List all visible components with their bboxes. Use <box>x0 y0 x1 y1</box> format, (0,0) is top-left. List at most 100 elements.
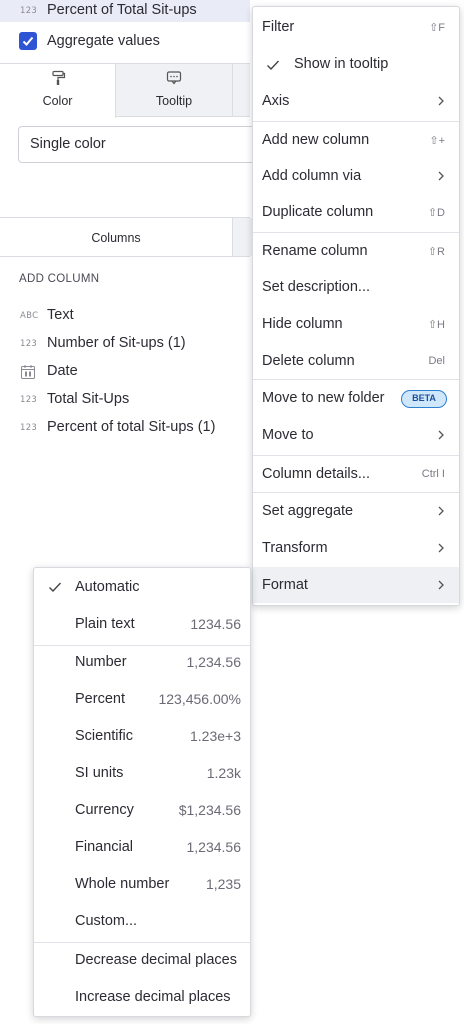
chevron-right-icon <box>438 543 444 553</box>
format-example: $1,234.56 <box>178 802 241 818</box>
chevron-right-icon <box>438 171 444 181</box>
selected-field-row[interactable]: 123 Percent of Total Sit-ups <box>0 0 250 22</box>
column-context-menu: Filter ⇧F Show in tooltip Axis Add new c… <box>252 6 460 606</box>
menu-item-set-description[interactable]: Set description... <box>253 269 459 305</box>
color-mode-value: Single color <box>30 136 106 152</box>
format-option-si-units[interactable]: SI units 1.23k <box>34 755 250 792</box>
tab-tooltip-label: Tooltip <box>155 94 193 108</box>
number-type-icon: 123 <box>20 6 38 16</box>
column-item-total-situps[interactable]: 123 Total Sit-Ups <box>0 388 250 412</box>
shortcut-hint: ⇧H <box>427 319 445 331</box>
format-option-currency[interactable]: Currency $1,234.56 <box>34 792 250 829</box>
format-example: 1234.56 <box>190 616 241 632</box>
menu-item-move-to[interactable]: Move to <box>253 417 459 453</box>
shortcut-hint: ⇧D <box>427 207 445 219</box>
format-option-label: Percent <box>75 691 125 707</box>
menu-item-label: Hide column <box>262 316 343 332</box>
menu-item-add-new-column[interactable]: Add new column ⇧+ <box>253 122 459 158</box>
menu-item-delete-column[interactable]: Delete column Del <box>253 343 459 379</box>
format-option-increase-decimal[interactable]: Increase decimal places <box>34 979 250 1016</box>
tab-tooltip[interactable]: Tooltip <box>116 64 232 117</box>
column-item-percent-total[interactable]: 123 Percent of total Sit-ups (1) <box>0 416 250 440</box>
menu-item-label: Transform <box>262 540 328 556</box>
column-name: Number of Sit-ups (1) <box>47 335 186 351</box>
format-option-label: Currency <box>75 802 134 818</box>
paint-roller-icon <box>51 70 65 85</box>
menu-item-label: Column details... <box>262 466 370 482</box>
aggregate-label: Aggregate values <box>47 33 160 49</box>
column-name: Text <box>47 307 74 323</box>
format-example: 1,234.56 <box>186 839 242 855</box>
format-option-financial[interactable]: Financial 1,234.56 <box>34 829 250 866</box>
add-column-heading[interactable]: ADD COLUMN <box>19 273 99 285</box>
beta-badge: BETA <box>401 390 447 408</box>
menu-item-label: Filter <box>262 19 295 35</box>
calendar-icon <box>21 365 35 379</box>
shortcut-hint: Ctrl I <box>421 468 445 480</box>
format-option-whole-number[interactable]: Whole number 1,235 <box>34 866 250 903</box>
menu-item-duplicate-column[interactable]: Duplicate column ⇧D <box>253 194 459 230</box>
format-submenu: Automatic Plain text 1234.56 Number 1,23… <box>33 567 251 1017</box>
menu-item-format[interactable]: Format <box>253 567 459 603</box>
menu-item-label: Duplicate column <box>262 204 374 220</box>
menu-item-axis[interactable]: Axis <box>253 83 459 119</box>
column-item-number-of-situps[interactable]: 123 Number of Sit-ups (1) <box>0 332 250 356</box>
format-option-label: SI units <box>75 765 124 781</box>
format-option-label: Scientific <box>75 728 134 744</box>
aggregate-checkbox[interactable] <box>19 32 37 50</box>
format-example: 1,234.56 <box>186 654 242 670</box>
format-option-label: Decrease decimal places <box>75 952 237 968</box>
menu-item-add-column-via[interactable]: Add column via <box>253 158 459 194</box>
menu-item-label: Show in tooltip <box>294 56 389 72</box>
aggregate-values-option[interactable]: Aggregate values <box>0 28 250 56</box>
tab-columns-label: Columns <box>91 231 141 245</box>
menu-item-show-in-tooltip[interactable]: Show in tooltip <box>253 46 459 82</box>
text-type-icon: ABC <box>20 311 39 321</box>
columns-tabbar: Columns <box>0 217 252 257</box>
menu-item-set-aggregate[interactable]: Set aggregate <box>253 493 459 529</box>
format-option-label: Plain text <box>75 616 135 632</box>
shortcut-hint: ⇧R <box>427 246 445 258</box>
format-option-percent[interactable]: Percent 123,456.00% <box>34 681 250 718</box>
format-option-label: Financial <box>75 839 134 855</box>
format-option-automatic[interactable]: Automatic <box>34 569 250 606</box>
chevron-right-icon <box>438 96 444 106</box>
format-option-plain-text[interactable]: Plain text 1234.56 <box>34 606 250 643</box>
tooltip-icon <box>166 71 182 85</box>
tab-partial-2[interactable] <box>232 218 252 256</box>
checkmark-icon <box>49 582 62 593</box>
menu-item-rename-column[interactable]: Rename column ⇧R <box>253 233 459 269</box>
column-item-text[interactable]: ABC Text <box>0 304 250 328</box>
column-name: Date <box>47 363 78 379</box>
format-option-label: Increase decimal places <box>75 989 231 1005</box>
menu-item-label: Set aggregate <box>262 503 354 519</box>
format-option-decrease-decimal[interactable]: Decrease decimal places <box>34 942 250 979</box>
number-type-icon: 123 <box>20 395 38 405</box>
tab-columns[interactable]: Columns <box>0 218 232 256</box>
format-option-scientific[interactable]: Scientific 1.23e+3 <box>34 718 250 755</box>
column-name: Total Sit-Ups <box>47 391 130 407</box>
tab-color[interactable]: Color <box>0 64 116 118</box>
column-item-date[interactable]: Date <box>0 360 250 384</box>
checkmark-icon <box>22 36 34 46</box>
menu-item-column-details[interactable]: Column details... Ctrl I <box>253 456 459 492</box>
format-option-number[interactable]: Number 1,234.56 <box>34 644 250 681</box>
menu-item-filter[interactable]: Filter ⇧F <box>253 9 459 45</box>
menu-item-move-to-new-folder[interactable]: Move to new folder BETA <box>253 380 459 416</box>
menu-item-label: Axis <box>262 93 290 109</box>
menu-item-label: Rename column <box>262 243 368 259</box>
format-option-label: Automatic <box>75 579 140 595</box>
number-type-icon: 123 <box>20 339 38 349</box>
chevron-right-icon <box>438 506 444 516</box>
format-example: 123,456.00% <box>158 691 241 707</box>
format-option-custom[interactable]: Custom... <box>34 903 250 940</box>
menu-item-hide-column[interactable]: Hide column ⇧H <box>253 306 459 342</box>
tab-color-label: Color <box>42 94 73 108</box>
tab-partial[interactable] <box>232 64 252 117</box>
menu-item-label: Add column via <box>262 168 362 184</box>
color-mode-select[interactable]: Single color <box>18 126 258 163</box>
field-label: Percent of Total Sit-ups <box>47 2 197 18</box>
format-option-label: Custom... <box>75 913 138 929</box>
menu-item-transform[interactable]: Transform <box>253 530 459 566</box>
shortcut-hint: ⇧+ <box>429 135 445 147</box>
